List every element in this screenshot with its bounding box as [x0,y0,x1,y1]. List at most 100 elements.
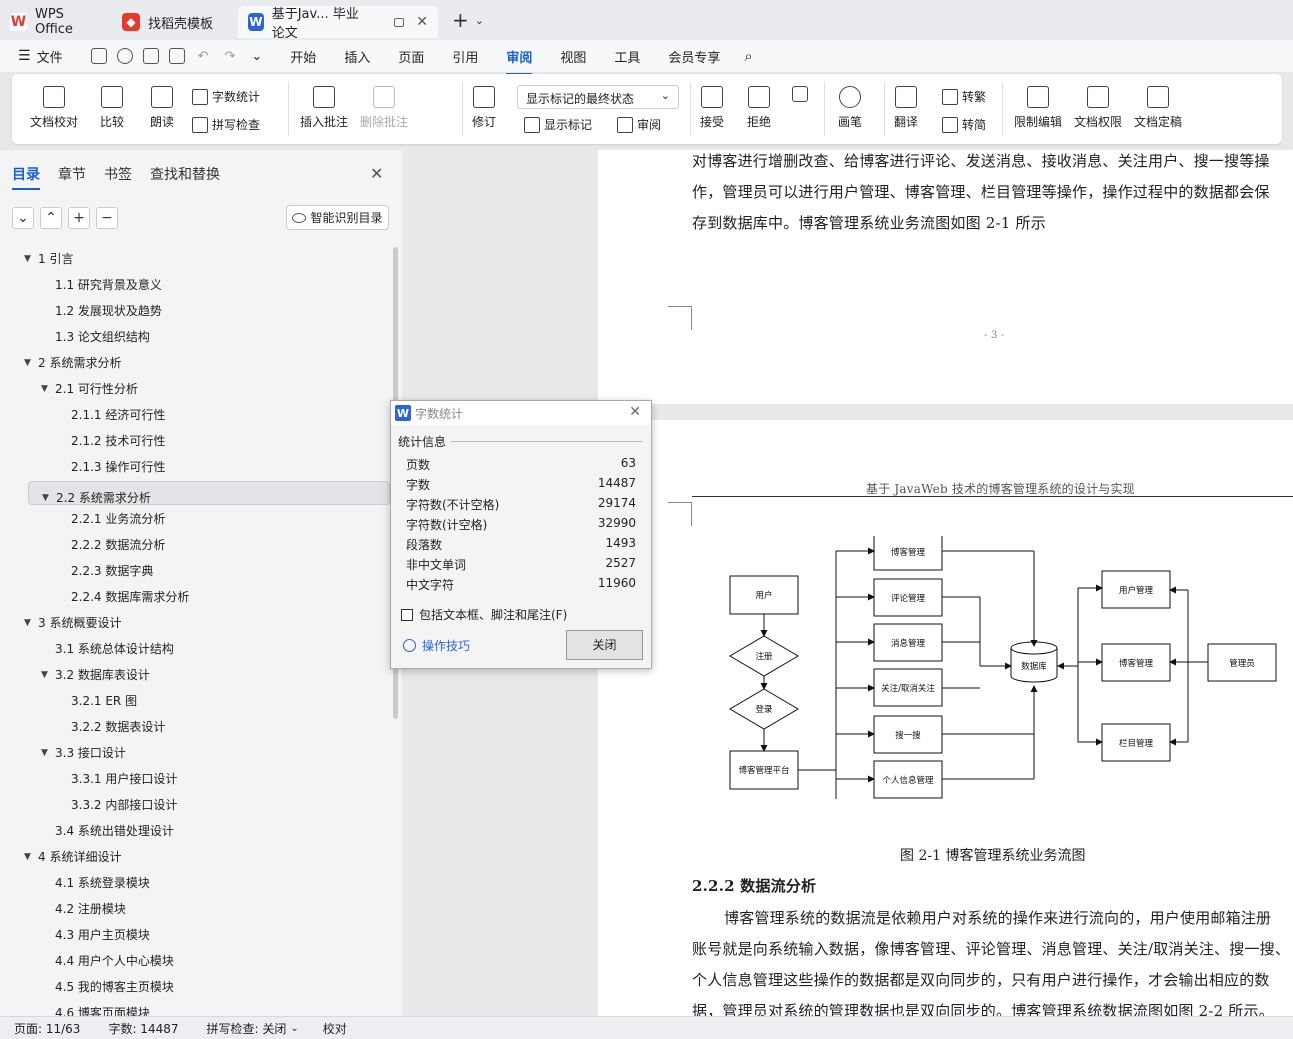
toc-item[interactable]: 4.2 注册模块 [0,897,390,921]
chevron-down-icon[interactable]: ⌄ [290,1023,298,1034]
toc-item[interactable]: 4.1 系统登录模块 [0,871,390,895]
toc-item[interactable]: 2.2.3 数据字典 [0,559,390,583]
tab-wps-office[interactable]: W WPS Office [0,6,112,38]
toc-item[interactable]: 2.1.3 操作可行性 [0,455,390,479]
remove-heading-button[interactable]: − [96,207,118,229]
share-icon[interactable] [116,48,133,64]
close-button[interactable]: 关闭 [566,630,643,660]
menu-start[interactable]: 开始 [276,47,330,66]
revise-button[interactable]: 修订 [472,86,496,130]
status-page[interactable]: 页面: 11/63 [0,1020,94,1037]
tab-find-replace[interactable]: 查找和替换 [150,164,220,190]
toc-item[interactable]: ▼ 2 系统需求分析 [0,351,390,375]
toc-item[interactable]: 2.2.1 业务流分析 [0,507,390,531]
expand-arrow-icon[interactable]: ▼ [41,741,48,765]
doc-finalize-button[interactable]: 文档定稿 [1134,86,1182,130]
tab-docer-templates[interactable]: ◆ 找稻壳模板 [112,6,238,38]
search-icon[interactable]: ⌕ [744,47,752,65]
toc-item[interactable]: 3.1 系统总体设计结构 [0,637,390,661]
doc-permission-button[interactable]: 文档权限 [1074,86,1122,130]
to-traditional-button[interactable]: 转繁 [942,88,986,105]
menu-references[interactable]: 引用 [438,47,492,66]
menu-page[interactable]: 页面 [384,47,438,66]
toc-item[interactable]: 3.2.1 ER 图 [0,689,390,713]
tips-link[interactable]: 操作技巧 [403,637,470,654]
menu-insert[interactable]: 插入 [330,47,384,66]
restrict-edit-button[interactable]: 限制编辑 [1014,86,1062,130]
hamburger-icon[interactable]: ☰ [18,48,31,64]
save-icon[interactable] [90,48,107,64]
dialog-title-bar[interactable]: W 字数统计 ✕ [391,401,651,425]
pen-button[interactable]: 画笔 [838,86,862,130]
status-word-count[interactable]: 字数: 14487 [94,1020,192,1037]
new-tab-icon[interactable]: + [452,8,469,32]
toc-item[interactable]: ▼ 3.3 接口设计 [0,741,390,765]
toc-item[interactable]: 2.1.2 技术可行性 [0,429,390,453]
window-mode-icon[interactable] [394,17,405,27]
add-heading-button[interactable]: + [68,207,90,229]
toc-item[interactable]: 3.4 系统出错处理设计 [0,819,390,843]
include-textbox-checkbox[interactable]: 包括文本框、脚注和尾注(F) [401,606,567,623]
compare-button[interactable]: 比较 [100,86,124,130]
toc-item[interactable]: ▼ 3.2 数据库表设计 [0,663,390,687]
close-tab-icon[interactable]: ✕ [416,14,428,30]
status-spell-check[interactable]: 拼写检查: 关闭 [193,1020,301,1037]
tab-document[interactable]: W 基于Jav... 毕业论文 ✕ [238,6,438,41]
toc-item[interactable]: ▼ 2.2 系统需求分析 [28,481,390,505]
toc-item[interactable]: 2.1.1 经济可行性 [0,403,390,427]
close-icon[interactable]: ✕ [629,404,641,420]
redo-icon[interactable]: ↷ [224,49,235,64]
smart-toc-button[interactable]: 智能识别目录 [286,205,389,230]
toc-item[interactable]: ▼ 4 系统详细设计 [0,845,390,869]
toc-item[interactable]: 2.2.2 数据流分析 [0,533,390,557]
previous-change-button[interactable] [792,86,808,107]
toc-item[interactable]: 3.2.2 数据表设计 [0,715,390,739]
chevron-down-icon[interactable]: ⌄ [251,49,262,64]
proofread-button[interactable]: 文档校对 [30,86,78,130]
menu-view[interactable]: 视图 [546,47,600,66]
expand-arrow-icon[interactable]: ▼ [24,845,31,869]
close-icon[interactable]: ✕ [370,164,383,183]
menu-file[interactable]: 文件 [31,47,77,66]
toc-item[interactable]: 4.4 用户个人中心模块 [0,949,390,973]
expand-arrow-icon[interactable]: ▼ [24,247,31,271]
menu-membership[interactable]: 会员专享 [654,47,734,66]
to-simplified-button[interactable]: 转简 [942,116,986,133]
toc-item[interactable]: 1.2 发展现状及趋势 [0,299,390,323]
tab-bookmarks[interactable]: 书签 [104,164,132,190]
toc-item[interactable]: 2.2.4 数据库需求分析 [0,585,390,609]
menu-tools[interactable]: 工具 [600,47,654,66]
review-pane-button[interactable]: 审阅 [617,116,661,133]
tab-toc[interactable]: 目录 [12,164,40,190]
insert-comment-button[interactable]: 插入批注 [300,86,348,130]
toc-item[interactable]: 3.3.2 内部接口设计 [0,793,390,817]
accept-button[interactable]: 接受 [700,86,724,130]
toc-item[interactable]: 1.3 论文组织结构 [0,325,390,349]
markup-state-select[interactable]: 显示标记的最终状态 ⌄ [517,85,679,109]
expand-arrow-icon[interactable]: ▼ [24,351,31,375]
expand-down-button[interactable]: ⌄ [12,207,34,229]
toc-item[interactable]: 4.3 用户主页模块 [0,923,390,947]
show-markup-button[interactable]: 显示标记 [524,116,592,133]
print-preview-icon[interactable] [168,48,185,64]
toc-item[interactable]: 1.1 研究背景及意义 [0,273,390,297]
spell-check-button[interactable]: 拼写检查 [192,116,260,133]
reject-button[interactable]: 拒绝 [747,86,771,130]
chevron-down-icon[interactable]: ⌄ [475,14,484,27]
toc-item[interactable]: ▼ 1 引言 [0,247,390,271]
expand-arrow-icon[interactable]: ▼ [41,663,48,687]
checkbox-box[interactable] [401,608,413,621]
expand-arrow-icon[interactable]: ▼ [41,377,48,401]
collapse-up-button[interactable]: ⌃ [40,207,62,229]
undo-icon[interactable]: ↶ [198,49,209,64]
menu-review[interactable]: 审阅 [492,47,546,75]
toc-item[interactable]: ▼ 2.1 可行性分析 [0,377,390,401]
word-count-button[interactable]: 字数统计 [192,88,260,105]
tab-chapters[interactable]: 章节 [58,164,86,190]
toc-item[interactable]: 3.3.1 用户接口设计 [0,767,390,791]
expand-arrow-icon[interactable]: ▼ [24,611,31,635]
toc-item[interactable]: ▼ 3 系统概要设计 [0,611,390,635]
print-icon[interactable] [142,48,159,64]
toc-item[interactable]: 4.5 我的博客主页模块 [0,975,390,999]
read-aloud-button[interactable]: 朗读 [150,86,174,130]
